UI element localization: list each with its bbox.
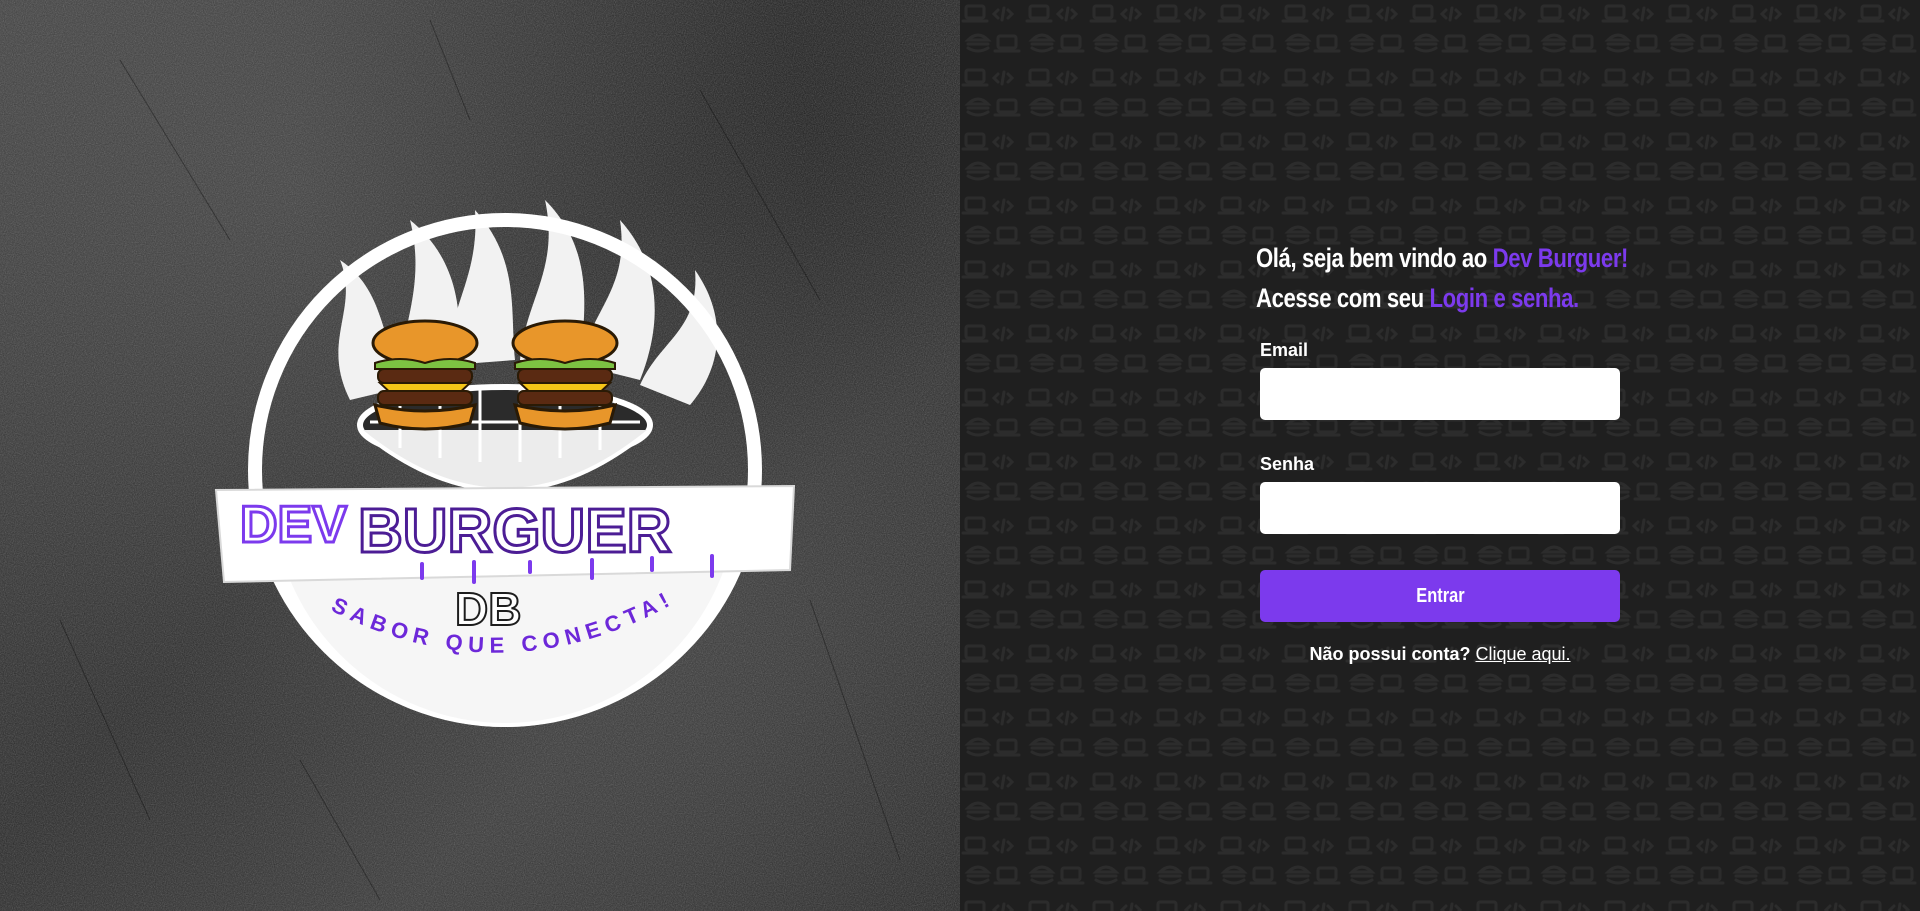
brand-panel: DEV BURGUER DB SABOR QUE CONECTA! bbox=[0, 0, 960, 911]
password-label: Senha bbox=[1260, 454, 1315, 474]
welcome-heading: Olá, seja bem vindo ao Dev Burguer! Aces… bbox=[1256, 238, 1628, 318]
login-button[interactable]: Entrar bbox=[1260, 570, 1620, 622]
brand-highlight: Dev Burguer! bbox=[1492, 243, 1629, 273]
password-field[interactable] bbox=[1260, 482, 1620, 534]
burger-icon bbox=[511, 319, 619, 431]
welcome-line-2: Acesse com seu Login e senha. bbox=[1256, 283, 1579, 313]
signup-prompt: Não possui conta? Clique aqui. bbox=[1260, 644, 1620, 665]
logo-text-initials: DB bbox=[455, 583, 521, 635]
logo-text-dev: DEV bbox=[240, 496, 347, 554]
email-field[interactable] bbox=[1260, 368, 1620, 420]
signup-link[interactable]: Clique aqui. bbox=[1475, 644, 1570, 664]
credentials-highlight: Login e senha. bbox=[1429, 283, 1580, 313]
login-page: DEV BURGUER DB SABOR QUE CONECTA! bbox=[0, 0, 1920, 911]
burger-icon bbox=[371, 319, 479, 431]
welcome-line-1: Olá, seja bem vindo ao Dev Burguer! bbox=[1256, 243, 1628, 273]
login-form: Olá, seja bem vindo ao Dev Burguer! Aces… bbox=[1256, 238, 1628, 665]
email-label: Email bbox=[1260, 340, 1309, 360]
dev-burguer-logo: DEV BURGUER DB SABOR QUE CONECTA! bbox=[210, 190, 800, 730]
logo-text-burguer: BURGUER bbox=[358, 497, 671, 566]
signup-question: Não possui conta? bbox=[1309, 644, 1471, 664]
